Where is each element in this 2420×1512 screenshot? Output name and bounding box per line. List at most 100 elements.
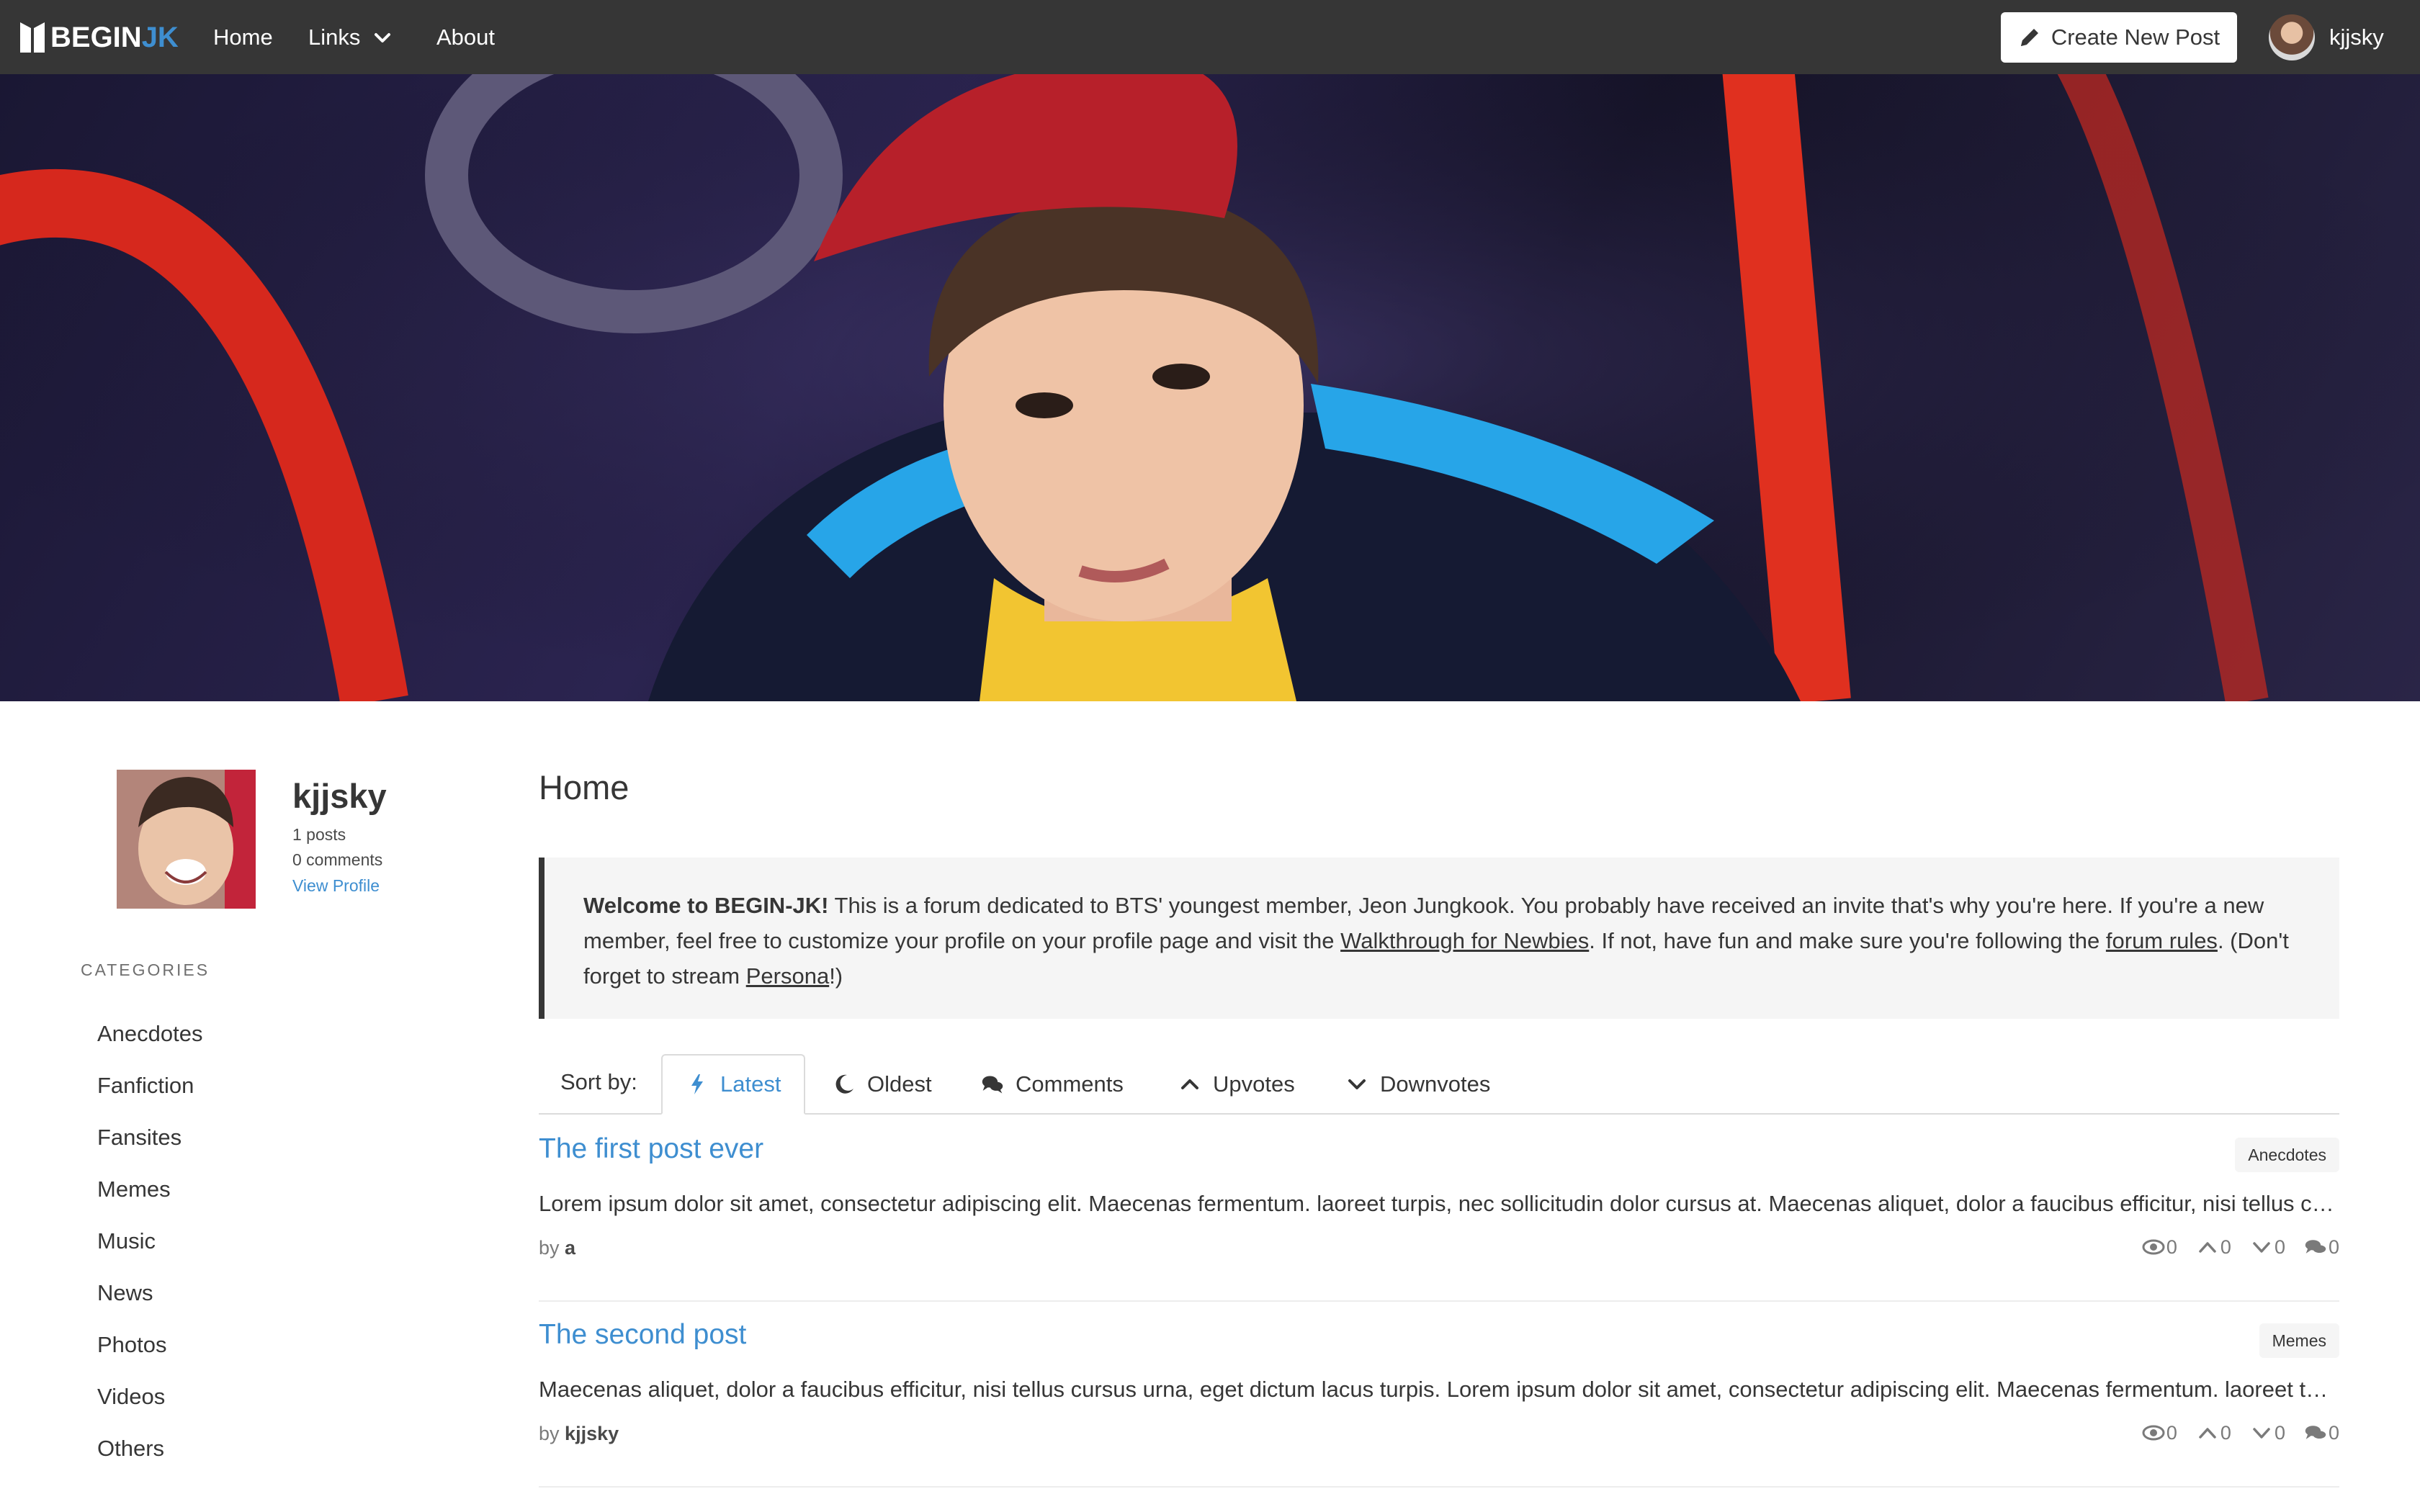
views-count: 0 — [2166, 1236, 2177, 1258]
brand-jk-text: JK — [141, 21, 179, 53]
hero-banner — [0, 74, 2420, 701]
category-item-videos[interactable]: Videos — [97, 1371, 203, 1423]
notice-heading: Welcome to BEGIN-JK! — [583, 893, 829, 918]
category-item-photos[interactable]: Photos — [97, 1319, 203, 1371]
category-item-anecdotes[interactable]: Anecdotes — [97, 1008, 203, 1060]
tab-upvotes[interactable]: Upvotes — [1178, 1054, 1295, 1115]
post-by-label: by — [539, 1423, 560, 1444]
post-byline: by a — [539, 1237, 575, 1259]
create-new-post-button[interactable]: Create New Post — [2001, 12, 2237, 63]
upvotes-stat[interactable]: 0 — [2196, 1236, 2231, 1259]
list-item: The second post Memes Maecenas aliquet, … — [539, 1302, 2339, 1488]
post-byline: by kjjsky — [539, 1423, 619, 1445]
chevron-up-icon — [2199, 1242, 2216, 1253]
comments-icon — [982, 1076, 1003, 1094]
notice-text-4: !) — [829, 963, 843, 989]
view-profile-link[interactable]: View Profile — [292, 876, 380, 896]
tab-comments[interactable]: Comments — [981, 1054, 1124, 1115]
nav-about-link[interactable]: About — [436, 0, 495, 74]
category-item-memes[interactable]: Memes — [97, 1164, 203, 1215]
category-item-fanfiction[interactable]: Fanfiction — [97, 1060, 203, 1112]
post-stats: 0 0 0 0 — [2142, 1233, 2339, 1261]
category-item-fansites[interactable]: Fansites — [97, 1112, 203, 1164]
comments-count: 0 — [2328, 1236, 2339, 1258]
views-count: 0 — [2166, 1421, 2177, 1444]
post-category-tag[interactable]: Memes — [2259, 1323, 2339, 1358]
profile-comment-count: 0 comments — [292, 850, 383, 869]
tab-downvotes[interactable]: Downvotes — [1345, 1054, 1490, 1115]
post-stats: 0 0 0 0 — [2142, 1418, 2339, 1447]
comments-stat: 0 — [2304, 1236, 2339, 1259]
brand-begin-text: BEGIN — [50, 21, 142, 53]
category-item-news[interactable]: News — [97, 1267, 203, 1319]
category-list: Anecdotes Fanfiction Fansites Memes Musi… — [97, 1008, 203, 1475]
comments-stat: 0 — [2304, 1422, 2339, 1444]
category-item-others[interactable]: Others — [97, 1423, 203, 1475]
categories-heading: CATEGORIES — [81, 960, 210, 979]
eye-icon — [2142, 1239, 2165, 1255]
post-author-link[interactable]: a — [565, 1237, 575, 1259]
tab-upvotes-label: Upvotes — [1213, 1071, 1295, 1097]
welcome-notice: Welcome to BEGIN-JK! This is a forum ded… — [539, 858, 2339, 1019]
tab-latest-label: Latest — [720, 1071, 781, 1097]
comments-count: 0 — [2328, 1421, 2339, 1444]
user-menu[interactable]: kjjsky — [2269, 12, 2384, 63]
tab-latest[interactable]: Latest — [661, 1054, 806, 1115]
top-navbar: BEGIN JK Home Links About Create New Post… — [0, 0, 2420, 74]
create-new-post-label: Create New Post — [2051, 24, 2220, 50]
sort-by-label: Sort by: — [560, 1069, 637, 1094]
upvotes-count: 0 — [2220, 1421, 2231, 1444]
tab-oldest[interactable]: Oldest — [833, 1054, 932, 1115]
walkthrough-link[interactable]: Walkthrough for Newbies — [1340, 928, 1589, 953]
moon-icon — [835, 1074, 853, 1094]
chevron-down-icon — [2253, 1242, 2270, 1253]
sort-tabs: Sort by: Latest Oldest Comments Upvotes … — [539, 1054, 2339, 1115]
forum-rules-link[interactable]: forum rules — [2106, 928, 2218, 953]
page-title: Home — [539, 768, 629, 806]
pencil-icon — [2020, 29, 2038, 46]
persona-link[interactable]: Persona — [746, 963, 829, 989]
post-by-label: by — [539, 1237, 560, 1259]
views-stat: 0 — [2142, 1422, 2177, 1444]
profile-photo-image — [117, 770, 256, 909]
lightning-icon — [691, 1074, 703, 1094]
profile-post-count: 1 posts — [292, 825, 346, 844]
downvotes-stat[interactable]: 0 — [2250, 1236, 2285, 1259]
downvotes-count: 0 — [2274, 1236, 2285, 1258]
downvotes-count: 0 — [2274, 1421, 2285, 1444]
eye-icon — [2142, 1425, 2165, 1441]
post-category-tag[interactable]: Anecdotes — [2235, 1138, 2339, 1172]
chevron-down-icon — [1348, 1079, 1366, 1089]
post-title-link[interactable]: The second post — [539, 1319, 746, 1351]
nav-links-dropdown[interactable]: Links — [308, 0, 392, 74]
notice-text-2: . If not, have fun and make sure you're … — [1589, 928, 2106, 953]
post-excerpt: Lorem ipsum dolor sit amet, consectetur … — [539, 1191, 2339, 1216]
profile-avatar[interactable] — [117, 770, 256, 909]
profile-username: kjjsky — [292, 777, 387, 815]
chevron-up-icon — [1181, 1079, 1198, 1089]
brand-mark-icon — [20, 22, 45, 53]
post-excerpt: Maecenas aliquet, dolor a faucibus effic… — [539, 1377, 2339, 1402]
tab-oldest-label: Oldest — [867, 1071, 932, 1097]
list-item: The first post ever Anecdotes Lorem ipsu… — [539, 1116, 2339, 1302]
avatar — [2269, 14, 2315, 60]
tab-downvotes-label: Downvotes — [1380, 1071, 1491, 1097]
upvotes-count: 0 — [2220, 1236, 2231, 1258]
chevron-down-icon — [375, 32, 391, 42]
brand-logo[interactable]: BEGIN JK — [19, 16, 179, 59]
nav-username: kjjsky — [2329, 24, 2384, 50]
downvotes-stat[interactable]: 0 — [2250, 1422, 2285, 1444]
views-stat: 0 — [2142, 1236, 2177, 1259]
post-title-link[interactable]: The first post ever — [539, 1133, 763, 1165]
category-item-music[interactable]: Music — [97, 1215, 203, 1267]
comments-icon — [2305, 1240, 2326, 1254]
chevron-up-icon — [2199, 1428, 2216, 1439]
chevron-down-icon — [2253, 1428, 2270, 1439]
tab-comments-label: Comments — [1016, 1071, 1124, 1097]
hero-banner-image — [0, 74, 2420, 701]
upvotes-stat[interactable]: 0 — [2196, 1422, 2231, 1444]
comments-icon — [2305, 1426, 2326, 1439]
post-author-link[interactable]: kjjsky — [565, 1423, 619, 1444]
nav-home-link[interactable]: Home — [213, 0, 273, 74]
nav-links-label: Links — [308, 24, 361, 50]
